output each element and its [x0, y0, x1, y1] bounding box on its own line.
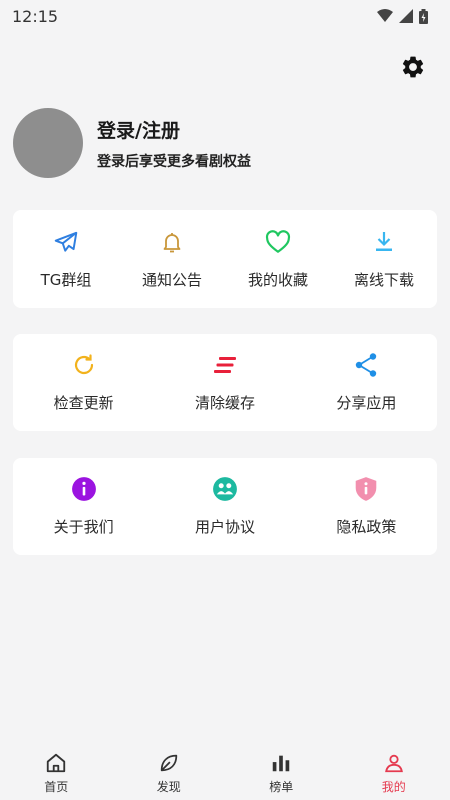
- notice-label: 通知公告: [141, 270, 202, 289]
- download-icon: [371, 229, 397, 255]
- bottom-tab-bar: 首页 发现 榜单 我的: [0, 745, 450, 800]
- chart-icon: [269, 751, 293, 775]
- check-update-button[interactable]: 检查更新: [13, 334, 154, 431]
- clear-cache-label: 清除缓存: [194, 394, 255, 412]
- about-us-button[interactable]: 关于我们: [13, 458, 154, 555]
- status-icons: [377, 8, 428, 24]
- tab-discover-label: 发现: [156, 780, 181, 794]
- profile-text: 登录/注册 登录后享受更多看剧权益: [97, 116, 251, 171]
- tab-rankings[interactable]: 榜单: [225, 745, 338, 800]
- notice-button[interactable]: 通知公告: [119, 210, 225, 308]
- tools-card: 检查更新 清除缓存 分享应用: [13, 334, 437, 431]
- favorites-label: 我的收藏: [247, 270, 308, 289]
- info-icon: [71, 476, 97, 502]
- share-app-button[interactable]: 分享应用: [296, 334, 437, 431]
- tab-mine-label: 我的: [381, 780, 406, 794]
- tab-rankings-label: 榜单: [269, 780, 294, 794]
- home-icon: [44, 751, 68, 775]
- gear-icon: [400, 54, 426, 84]
- refresh-icon: [71, 352, 97, 378]
- telegram-icon: [53, 229, 79, 255]
- about-us-label: 关于我们: [53, 518, 114, 536]
- login-register-title[interactable]: 登录/注册: [97, 116, 251, 143]
- tab-home[interactable]: 首页: [0, 745, 113, 800]
- offline-download-button[interactable]: 离线下载: [331, 210, 437, 308]
- leaf-icon: [157, 751, 181, 775]
- heart-icon: [265, 229, 291, 255]
- quick-links-card: TG群组 通知公告 我的收藏 离线下载: [13, 210, 437, 308]
- battery-icon: [419, 8, 428, 24]
- user-icon: [382, 751, 406, 775]
- profile-header[interactable]: 登录/注册 登录后享受更多看剧权益: [13, 108, 251, 178]
- users-icon: [212, 476, 238, 502]
- clear-icon: [212, 352, 238, 378]
- bell-icon: [159, 229, 185, 255]
- user-agreement-label: 用户协议: [194, 518, 255, 536]
- check-update-label: 检查更新: [53, 394, 114, 412]
- tg-group-label: TG群组: [40, 270, 92, 289]
- login-benefit-text: 登录后享受更多看剧权益: [97, 153, 251, 170]
- clear-cache-button[interactable]: 清除缓存: [154, 334, 295, 431]
- signal-icon: [399, 9, 413, 23]
- tab-home-label: 首页: [44, 780, 69, 794]
- offline-download-label: 离线下载: [353, 270, 414, 289]
- favorites-button[interactable]: 我的收藏: [225, 210, 331, 308]
- tab-mine[interactable]: 我的: [338, 745, 450, 800]
- privacy-policy-button[interactable]: 隐私政策: [296, 458, 437, 555]
- about-card: 关于我们 用户协议 隐私政策: [13, 458, 437, 555]
- privacy-policy-label: 隐私政策: [336, 518, 397, 536]
- tg-group-button[interactable]: TG群组: [13, 210, 119, 308]
- settings-button[interactable]: [398, 54, 428, 84]
- share-icon: [353, 352, 379, 378]
- user-agreement-button[interactable]: 用户协议: [154, 458, 295, 555]
- tab-discover[interactable]: 发现: [113, 745, 226, 800]
- wifi-icon: [377, 9, 393, 23]
- avatar[interactable]: [13, 108, 83, 178]
- status-time: 12:15: [12, 6, 59, 26]
- shield-icon: [353, 476, 379, 502]
- status-bar: 12:15: [0, 0, 450, 32]
- share-app-label: 分享应用: [336, 394, 397, 412]
